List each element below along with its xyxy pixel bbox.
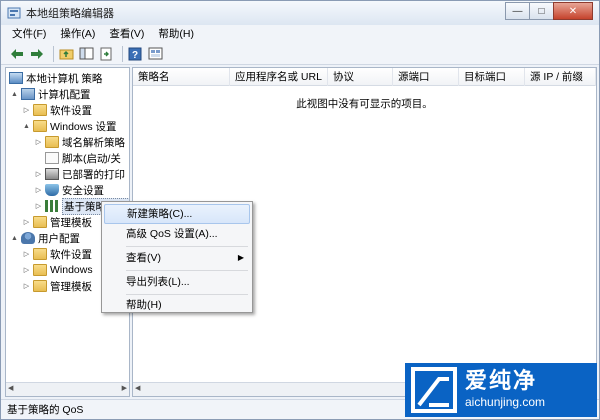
- export-list-icon[interactable]: [98, 46, 114, 62]
- expand-icon[interactable]: ▷: [34, 138, 43, 146]
- scroll-left-icon[interactable]: ◀: [8, 384, 13, 392]
- collapse-icon[interactable]: ▲: [10, 235, 19, 242]
- expand-icon[interactable]: ▷: [22, 266, 31, 274]
- up-folder-icon[interactable]: [58, 46, 74, 62]
- printer-icon: [45, 168, 59, 180]
- folder-icon: [33, 120, 47, 132]
- doc-icon: [45, 152, 59, 164]
- folder-icon: [45, 136, 59, 148]
- shield-icon: [45, 184, 59, 196]
- folder-icon: [33, 104, 47, 116]
- svg-text:?: ?: [132, 50, 138, 61]
- help-icon[interactable]: ?: [127, 46, 143, 62]
- column-header-dest-port[interactable]: 目标端口: [459, 68, 525, 86]
- chart-icon: [45, 200, 59, 212]
- expand-icon[interactable]: ▷: [34, 202, 43, 210]
- toolbar-separator: [122, 45, 123, 62]
- scroll-left-icon[interactable]: ◀: [135, 384, 140, 392]
- computer-icon: [21, 88, 35, 100]
- menu-item-export-list[interactable]: 导出列表(L)...: [104, 272, 250, 292]
- status-text: 基于策略的 QoS: [7, 404, 84, 416]
- tree-node-admin-templates[interactable]: ▷ 管理模板: [22, 214, 92, 230]
- watermark-text: 爱纯净 aichunjing.com: [465, 370, 545, 410]
- tree-node-user-software-settings[interactable]: ▷ 软件设置: [22, 246, 92, 262]
- scroll-right-icon[interactable]: ▶: [122, 384, 127, 392]
- user-icon: [21, 232, 35, 244]
- menu-file[interactable]: 文件(F): [5, 25, 53, 43]
- column-header-policy-name[interactable]: 策略名: [133, 68, 230, 86]
- tree-node-user-config[interactable]: ▲ 用户配置: [10, 230, 80, 246]
- column-header-app-url[interactable]: 应用程序名或 URL: [230, 68, 328, 86]
- tree-node-software-settings[interactable]: ▷ 软件设置: [22, 102, 92, 118]
- tree-node-user-admin-templates[interactable]: ▷ 管理模板: [22, 278, 92, 294]
- forward-icon[interactable]: [29, 46, 45, 62]
- folder-icon: [33, 216, 47, 228]
- menu-separator: [126, 270, 248, 271]
- maximize-button[interactable]: □: [529, 2, 554, 20]
- menu-bar: 文件(F) 操作(A) 查看(V) 帮助(H): [1, 25, 599, 43]
- menu-item-view[interactable]: 查看(V) ▶: [104, 248, 250, 268]
- window-controls: — □ ✕: [505, 2, 593, 20]
- column-header-row: 策略名 应用程序名或 URL 协议 源端口 目标端口 源 IP / 前缀: [133, 68, 596, 86]
- collapse-icon[interactable]: ▲: [22, 123, 31, 130]
- expand-icon[interactable]: ▷: [34, 186, 43, 194]
- close-button[interactable]: ✕: [553, 2, 593, 20]
- menu-item-new-policy[interactable]: 新建策略(C)...: [104, 204, 250, 224]
- title-bar[interactable]: 本地组策略编辑器 — □ ✕: [1, 1, 599, 25]
- app-window: 本地组策略编辑器 — □ ✕ 文件(F) 操作(A) 查看(V) 帮助(H) ?…: [0, 0, 600, 420]
- minimize-button[interactable]: —: [505, 2, 530, 20]
- expand-icon[interactable]: ▷: [22, 250, 31, 258]
- menu-item-help[interactable]: 帮助(H): [104, 295, 250, 315]
- expand-icon[interactable]: ▷: [34, 170, 43, 178]
- tree-node-computer-config[interactable]: ▲ 计算机配置: [10, 86, 91, 102]
- tree-node-scripts[interactable]: 脚本(启动/关: [34, 150, 121, 166]
- menu-action[interactable]: 操作(A): [53, 25, 102, 43]
- tree-node-deployed-printers[interactable]: ▷ 已部署的打印: [34, 166, 125, 182]
- toolbar-separator: [53, 45, 54, 62]
- tree-node-user-windows-settings[interactable]: ▷ Windows: [22, 262, 93, 278]
- submenu-arrow-icon: ▶: [237, 253, 244, 262]
- brand-logo-icon: [411, 367, 457, 413]
- properties-icon[interactable]: [147, 46, 163, 62]
- menu-view[interactable]: 查看(V): [102, 25, 151, 43]
- toolbar: ?: [1, 43, 599, 65]
- tree-horizontal-scrollbar[interactable]: ◀ ▶: [6, 382, 129, 396]
- folder-icon: [33, 280, 47, 292]
- watermark-brand: 爱纯净: [465, 369, 538, 394]
- expand-icon[interactable]: ▷: [22, 218, 31, 226]
- column-header-source-port[interactable]: 源端口: [393, 68, 459, 86]
- watermark-url: aichunjing.com: [465, 395, 546, 409]
- menu-item-advanced-qos[interactable]: 高级 QoS 设置(A)...: [104, 224, 250, 244]
- expand-icon[interactable]: ▷: [22, 106, 31, 114]
- folder-icon: [33, 264, 47, 276]
- expand-icon[interactable]: ▷: [22, 282, 31, 290]
- policy-editor-icon: [7, 7, 21, 19]
- show-hide-tree-icon[interactable]: [78, 46, 94, 62]
- policy-icon: [9, 72, 23, 84]
- column-header-protocol[interactable]: 协议: [328, 68, 393, 86]
- tree-node-name-resolution-policy[interactable]: ▷ 域名解析策略: [34, 134, 125, 150]
- context-menu: 新建策略(C)... 高级 QoS 设置(A)... 查看(V) ▶ 导出列表(…: [101, 201, 253, 313]
- collapse-icon[interactable]: ▲: [10, 91, 19, 98]
- tree-node-security-settings[interactable]: ▷ 安全设置: [34, 182, 104, 198]
- menu-separator: [126, 246, 248, 247]
- site-watermark: 爱纯净 aichunjing.com: [405, 363, 597, 417]
- window-title: 本地组策略编辑器: [26, 8, 114, 20]
- tree-node-local-policy[interactable]: 本地计算机 策略: [9, 70, 102, 86]
- back-icon[interactable]: [9, 46, 25, 62]
- menu-item-view-label: 查看(V): [126, 252, 161, 264]
- column-header-source-ip[interactable]: 源 IP / 前缀: [525, 68, 596, 86]
- folder-icon: [33, 248, 47, 260]
- tree-node-windows-settings[interactable]: ▲ Windows 设置: [22, 118, 117, 134]
- menu-help[interactable]: 帮助(H): [151, 25, 201, 43]
- empty-view-message: 此视图中没有可显示的项目。: [296, 98, 433, 110]
